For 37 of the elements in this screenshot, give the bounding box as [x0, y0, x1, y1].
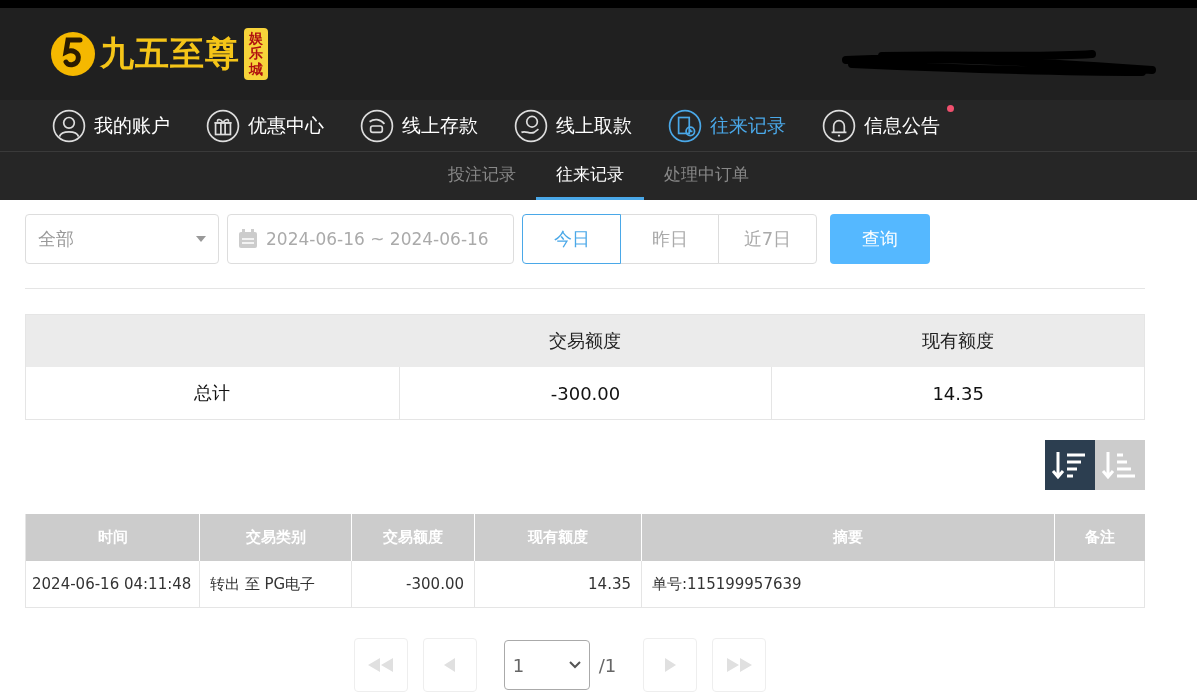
calendar-icon	[238, 229, 258, 249]
nav-item[interactable]: 线上存款	[360, 108, 478, 143]
double-left-icon	[367, 658, 394, 672]
sub-tab[interactable]: 投注记录	[428, 152, 536, 200]
summary-header: 现有额度	[771, 315, 1144, 367]
sort-descending-button[interactable]	[1045, 440, 1095, 490]
left-triangle-icon	[443, 658, 456, 672]
gift-icon	[206, 108, 240, 143]
page-total: /1	[598, 654, 617, 676]
sub-tab[interactable]: 处理中订单	[644, 152, 769, 200]
dropdown-caret-icon	[196, 236, 206, 242]
type-select[interactable]: 全部	[25, 214, 219, 264]
summary-value: 14.35	[771, 367, 1144, 419]
bell-icon	[822, 108, 856, 143]
sub-tab[interactable]: 往来记录	[536, 152, 644, 200]
clipboard-icon	[668, 108, 702, 143]
user-icon	[52, 108, 86, 143]
double-right-icon	[726, 658, 753, 672]
brand-name: 九五至尊	[100, 32, 240, 75]
nav-item[interactable]: 优惠中心	[206, 108, 324, 143]
summary-label: 总计	[193, 381, 232, 405]
table-cell: -300.00	[351, 561, 474, 607]
logo-icon	[50, 31, 96, 77]
nav-item[interactable]: 往来记录	[668, 108, 786, 143]
page-select[interactable]: 1	[503, 640, 590, 690]
brand-badge: 娱乐城	[244, 27, 268, 81]
table-cell: 转出 至 PG电子	[199, 561, 351, 607]
chevron-down-icon	[568, 661, 581, 669]
right-triangle-icon	[664, 658, 677, 672]
summary-value: -300.00	[398, 367, 772, 419]
nav-item[interactable]: 我的账户	[52, 108, 170, 143]
nav-item[interactable]: 线上取款	[514, 108, 632, 143]
table-cell: 单号:115199957639	[641, 561, 1054, 607]
summary-header: 交易额度	[398, 315, 772, 367]
table-cell-text: 2024-06-16 04:11:48	[31, 574, 193, 595]
table-cell: 14.35	[474, 561, 641, 607]
nav-item[interactable]: 信息公告	[822, 108, 940, 143]
